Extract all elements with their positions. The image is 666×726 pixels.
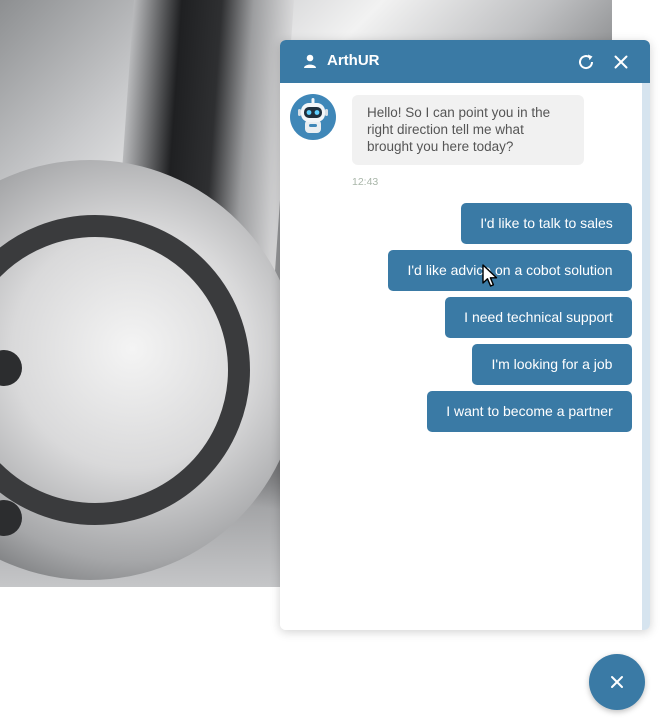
chat-launcher-close-button[interactable] [589, 654, 645, 710]
user-icon [304, 54, 316, 68]
option-become-partner-button[interactable]: I want to become a partner [427, 391, 632, 432]
chat-scrollbar[interactable] [642, 83, 650, 630]
option-cobot-advice-button[interactable]: I'd like advice on a cobot solution [388, 250, 632, 291]
chat-header: ArthUR [280, 40, 650, 83]
refresh-icon[interactable] [575, 51, 597, 73]
option-technical-support-button[interactable]: I need technical support [445, 297, 632, 338]
robot-avatar-icon [290, 94, 336, 140]
chat-title: ArthUR [327, 52, 380, 69]
chat-window: ArthUR Hello! So I can point you in the … [280, 40, 650, 630]
option-looking-for-job-button[interactable]: I'm looking for a job [472, 344, 632, 385]
option-talk-to-sales-button[interactable]: I'd like to talk to sales [461, 203, 632, 244]
close-icon[interactable] [610, 51, 632, 73]
message-timestamp: 12:43 [352, 176, 379, 188]
page: ArthUR Hello! So I can point you in the … [0, 0, 666, 726]
close-icon [611, 676, 623, 688]
bot-message-bubble: Hello! So I can point you in the right d… [352, 95, 584, 165]
